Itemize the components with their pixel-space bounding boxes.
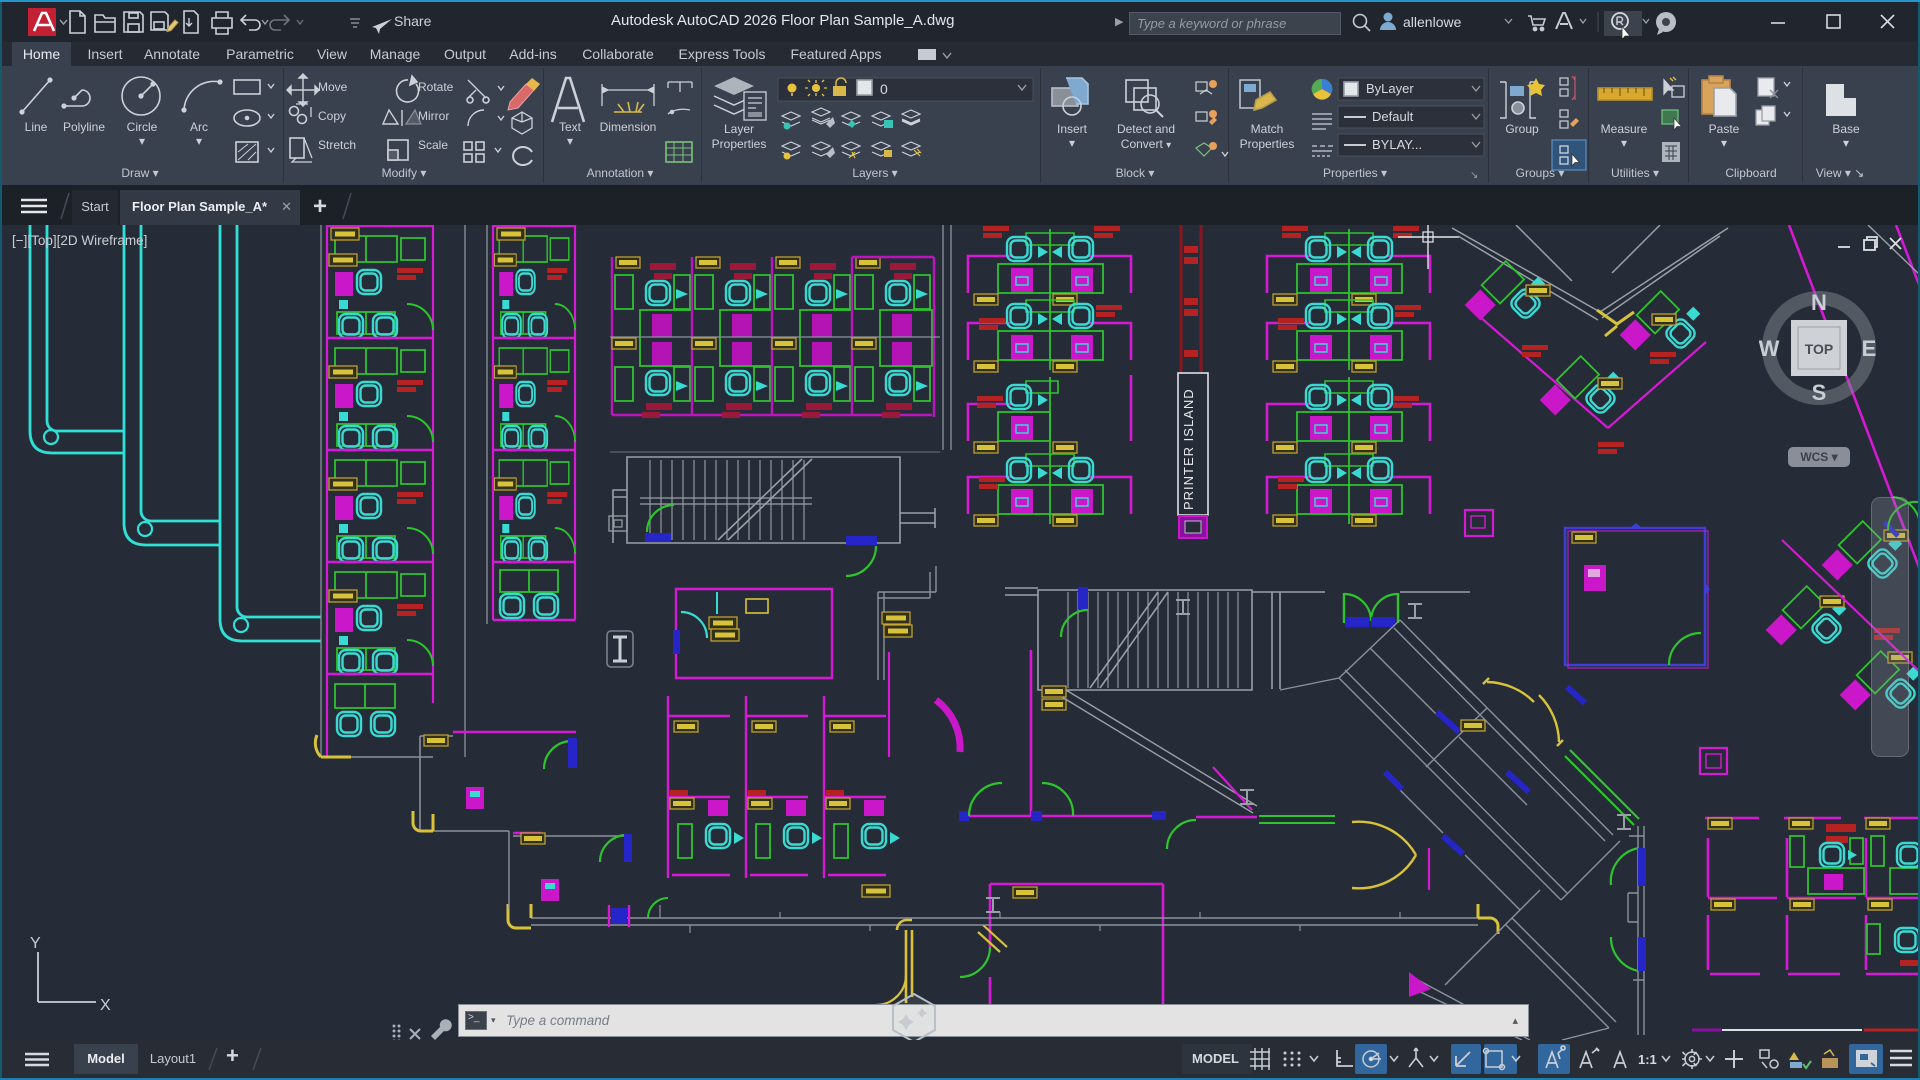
- svg-text:TOP: TOP: [1805, 341, 1834, 357]
- svg-text:BYLAY...: BYLAY...: [1372, 137, 1422, 152]
- svg-text:S: S: [1812, 380, 1827, 405]
- svg-text:N: N: [1811, 290, 1827, 315]
- svg-text:W: W: [1759, 336, 1780, 361]
- svg-text:X: X: [100, 997, 111, 1014]
- svg-text:PRINTER ISLAND: PRINTER ISLAND: [1181, 388, 1196, 510]
- svg-text:E: E: [1862, 336, 1877, 361]
- svg-text:↘: ↘: [1470, 170, 1478, 181]
- svg-text:1:1: 1:1: [1638, 1052, 1657, 1067]
- svg-text:ByLayer: ByLayer: [1366, 81, 1414, 96]
- svg-text:0: 0: [880, 81, 888, 97]
- svg-text:allenlowe: allenlowe: [1403, 14, 1462, 30]
- svg-text:Default: Default: [1372, 109, 1414, 124]
- svg-text:Y: Y: [30, 935, 41, 952]
